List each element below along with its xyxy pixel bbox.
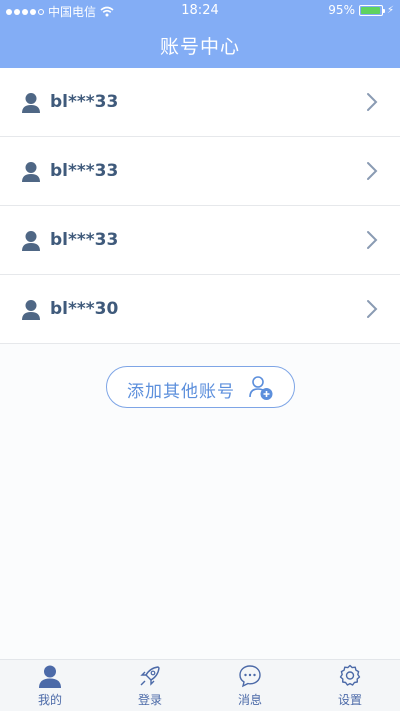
add-user-icon (249, 376, 273, 400)
battery-percent: 95% (328, 3, 355, 17)
battery-fill (360, 6, 380, 14)
tab-label: 消息 (237, 693, 262, 707)
account-name: bl***33 (50, 92, 119, 112)
status-bar: 中国电信 18:24 95% ⚡ (0, 0, 400, 20)
chevron-right-icon (367, 231, 378, 249)
tab-messages[interactable]: 消息 (200, 660, 300, 711)
tab-settings[interactable]: 设置 (300, 660, 400, 711)
add-account-button[interactable]: 添加其他账号 (106, 366, 295, 408)
user-icon (22, 300, 40, 320)
header-bar: 中国电信 18:24 95% ⚡ 账号中心 (0, 0, 400, 68)
user-icon (22, 93, 40, 113)
person-icon (39, 665, 61, 688)
tab-mine[interactable]: 我的 (0, 660, 100, 711)
account-name: bl***33 (50, 161, 119, 181)
account-name: bl***30 (50, 299, 119, 319)
account-row[interactable]: bl***33 (0, 68, 400, 137)
account-row[interactable]: bl***33 (0, 206, 400, 275)
charging-icon: ⚡ (386, 4, 394, 16)
chevron-right-icon (367, 162, 378, 180)
account-row[interactable]: bl***30 (0, 275, 400, 344)
tab-label: 设置 (337, 693, 362, 707)
tab-login[interactable]: 登录 (100, 660, 200, 711)
user-icon (22, 162, 40, 182)
chat-bubble-icon (239, 665, 261, 688)
page-title: 账号中心 (159, 36, 240, 58)
user-icon (22, 231, 40, 251)
battery-icon (358, 4, 385, 16)
tab-label: 我的 (37, 693, 62, 707)
chevron-right-icon (367, 300, 378, 318)
tab-bar: 我的 登录 消息 设置 (0, 659, 400, 711)
account-row[interactable]: bl***33 (0, 137, 400, 206)
account-list: bl***33 bl***33 bl***33 bl***30 (0, 68, 400, 344)
add-account-label: 添加其他账号 (127, 382, 235, 402)
tab-label: 登录 (137, 693, 162, 707)
rocket-icon (140, 666, 160, 686)
chevron-right-icon (367, 93, 378, 111)
gear-icon (339, 664, 361, 686)
status-right: 95% ⚡ (328, 3, 394, 17)
account-name: bl***33 (50, 230, 119, 250)
